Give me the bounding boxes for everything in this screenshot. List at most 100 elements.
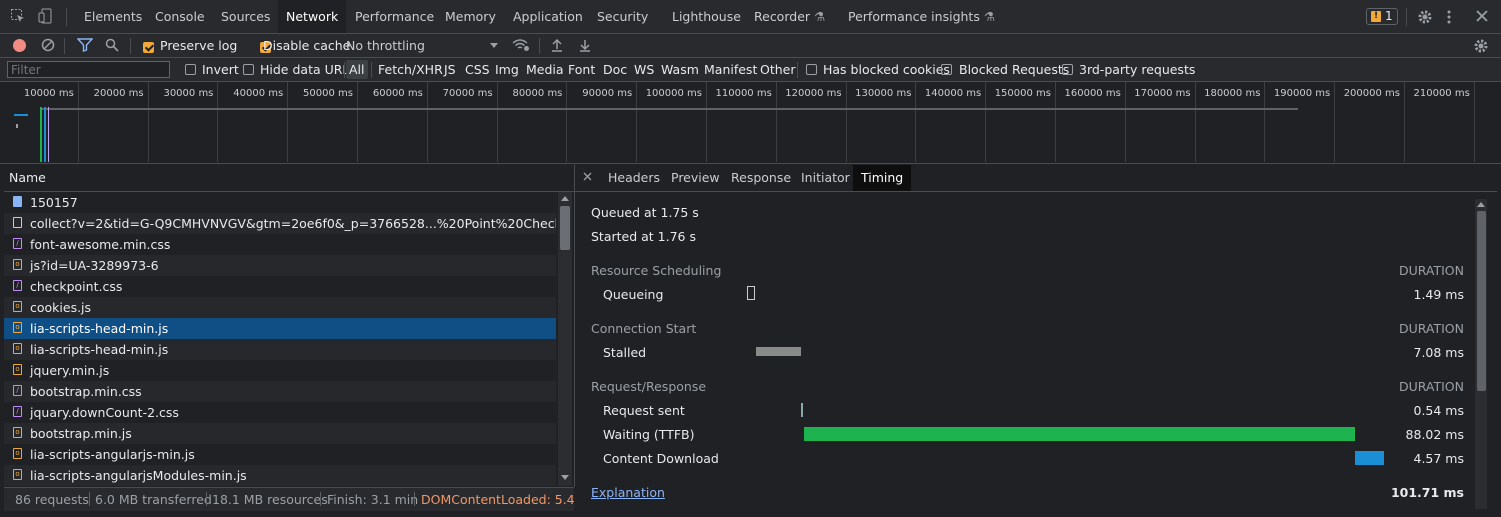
network-overview-timeline[interactable]: 10000 ms 20000 ms 30000 ms 40000 ms 50000 ms…: [0, 82, 1501, 164]
type-filter-doc[interactable]: Doc: [603, 62, 627, 77]
request-row[interactable]: collect?v=2&tid=G-Q9CMHVNVGV&gtm=2oe6f0&…: [4, 213, 556, 234]
type-filter-ws[interactable]: WS: [634, 62, 654, 77]
stylesheet-file-icon: /: [13, 280, 22, 291]
tab-initiator[interactable]: Initiator: [793, 165, 858, 191]
timing-scrollbar[interactable]: [1475, 199, 1487, 509]
duration-header: DURATION: [1398, 321, 1464, 336]
tab-performance-insights[interactable]: Performance insights ⚗: [840, 0, 1003, 33]
invert-checkbox[interactable]: [185, 64, 196, 75]
tab-headers[interactable]: Headers: [600, 165, 668, 191]
overview-grid-line: [77, 82, 79, 162]
waiting-ttfb-duration: 88.02 ms: [1405, 427, 1464, 442]
overview-tick-label: 50000 ms: [303, 88, 353, 99]
tab-sources[interactable]: Sources: [213, 0, 278, 33]
type-filter-wasm[interactable]: Wasm: [661, 62, 699, 77]
request-row[interactable]: o lia-scripts-head-min.js: [4, 339, 556, 360]
tab-recorder-label: Recorder: [754, 9, 811, 24]
overview-grid-line: [915, 82, 917, 162]
type-filter-css[interactable]: CSS: [465, 62, 490, 77]
script-file-icon: o: [13, 469, 22, 480]
type-filter-font[interactable]: Font: [568, 62, 595, 77]
request-row[interactable]: o bootstrap.min.js: [4, 423, 556, 444]
scrollbar-thumb[interactable]: [560, 206, 570, 250]
tab-preview[interactable]: Preview: [663, 165, 728, 191]
preserve-log-checkbox[interactable]: [143, 42, 154, 53]
device-toolbar-icon[interactable]: [38, 8, 54, 24]
filter-icon[interactable]: [77, 38, 93, 52]
request-name: jquary.downCount-2.css: [30, 405, 179, 420]
tab-timing[interactable]: Timing: [853, 165, 912, 191]
tab-memory[interactable]: Memory: [437, 0, 504, 33]
scroll-down-arrow-icon: [561, 475, 569, 480]
overview-tick-label: 120000 ms: [785, 88, 842, 99]
search-icon[interactable]: [105, 38, 119, 52]
third-party-requests-checkbox[interactable]: [1062, 64, 1073, 75]
explanation-link[interactable]: Explanation: [591, 485, 665, 500]
request-row[interactable]: / font-awesome.min.css: [4, 234, 556, 255]
tab-application[interactable]: Application: [505, 0, 591, 33]
request-row[interactable]: 150157: [4, 192, 556, 213]
scrollbar-thumb[interactable]: [1477, 211, 1486, 391]
tab-console[interactable]: Console: [147, 0, 213, 33]
stylesheet-file-icon: /: [13, 385, 22, 396]
close-devtools-icon[interactable]: [1476, 10, 1488, 22]
request-row[interactable]: / checkpoint.css: [4, 276, 556, 297]
request-row[interactable]: o lia-scripts-angularjsModules-min.js: [4, 465, 556, 486]
blocked-requests-checkbox[interactable]: [941, 64, 952, 75]
request-row[interactable]: o lia-scripts-angularjs-min.js: [4, 444, 556, 465]
type-filter-media[interactable]: Media: [526, 62, 564, 77]
close-detail-icon[interactable]: [583, 172, 592, 181]
throttling-select[interactable]: No throttling: [345, 36, 503, 56]
type-filter-manifest[interactable]: Manifest: [704, 62, 757, 77]
tab-response[interactable]: Response: [723, 165, 799, 191]
request-row[interactable]: o cookies.js: [4, 297, 556, 318]
tab-lighthouse[interactable]: Lighthouse: [664, 0, 749, 33]
network-conditions-icon[interactable]: [512, 38, 530, 52]
overview-tick-label: 90000 ms: [582, 88, 633, 99]
tab-performance[interactable]: Performance: [347, 0, 442, 33]
name-column-header[interactable]: Name: [4, 165, 574, 192]
more-options-icon[interactable]: [1446, 9, 1452, 25]
third-party-requests-label: 3rd-party requests: [1079, 62, 1196, 77]
request-row[interactable]: / jquary.downCount-2.css: [4, 402, 556, 423]
settings-gear-icon[interactable]: [1417, 9, 1433, 25]
filter-input[interactable]: [7, 61, 170, 78]
inspect-element-icon[interactable]: [10, 8, 26, 24]
type-filter-img[interactable]: Img: [495, 62, 519, 77]
has-blocked-cookies-checkbox[interactable]: [806, 64, 817, 75]
issues-badge[interactable]: ! 1: [1366, 8, 1398, 25]
request-name: bootstrap.min.css: [30, 384, 142, 399]
hide-data-urls-checkbox[interactable]: [243, 64, 254, 75]
request-list-scrollbar[interactable]: [558, 192, 572, 486]
clear-icon[interactable]: [41, 38, 55, 52]
type-filter-all[interactable]: All: [346, 60, 368, 79]
request-name: lia-scripts-angularjsModules-min.js: [30, 468, 247, 483]
script-file-icon: o: [13, 364, 22, 375]
tab-network[interactable]: Network: [278, 0, 347, 33]
devtools-tab-bar: Elements Console Sources Network Perform…: [0, 0, 1501, 34]
tab-recorder[interactable]: Recorder ⚗: [746, 0, 833, 33]
overview-grid-line: [426, 82, 428, 162]
network-settings-gear-icon[interactable]: [1473, 38, 1489, 54]
type-filter-fetch-xhr[interactable]: Fetch/XHR: [378, 62, 443, 77]
record-button[interactable]: [13, 39, 26, 52]
overview-tick-label: 190000 ms: [1273, 88, 1331, 99]
overview-request-marks: [10, 102, 60, 162]
export-har-icon[interactable]: [579, 38, 591, 52]
request-row[interactable]: o jquery.min.js: [4, 360, 556, 381]
request-row[interactable]: o lia-scripts-head-min.js: [4, 318, 556, 339]
type-filter-js[interactable]: JS: [444, 62, 456, 77]
duration-header: DURATION: [1398, 263, 1464, 278]
request-row[interactable]: o js?id=UA-3289973-6: [4, 255, 556, 276]
section-title-resource-scheduling: Resource Scheduling: [591, 263, 722, 278]
type-filter-other[interactable]: Other: [760, 62, 796, 77]
content-download-duration: 4.57 ms: [1413, 451, 1465, 466]
waiting-ttfb-label: Waiting (TTFB): [603, 427, 695, 442]
overview-tick-label: 130000 ms: [855, 88, 912, 99]
tab-elements[interactable]: Elements: [76, 0, 150, 33]
stylesheet-file-icon: /: [13, 406, 22, 417]
tab-security[interactable]: Security: [589, 0, 656, 33]
request-name: 150157: [30, 195, 78, 210]
import-har-icon[interactable]: [551, 38, 563, 52]
request-row[interactable]: / bootstrap.min.css: [4, 381, 556, 402]
